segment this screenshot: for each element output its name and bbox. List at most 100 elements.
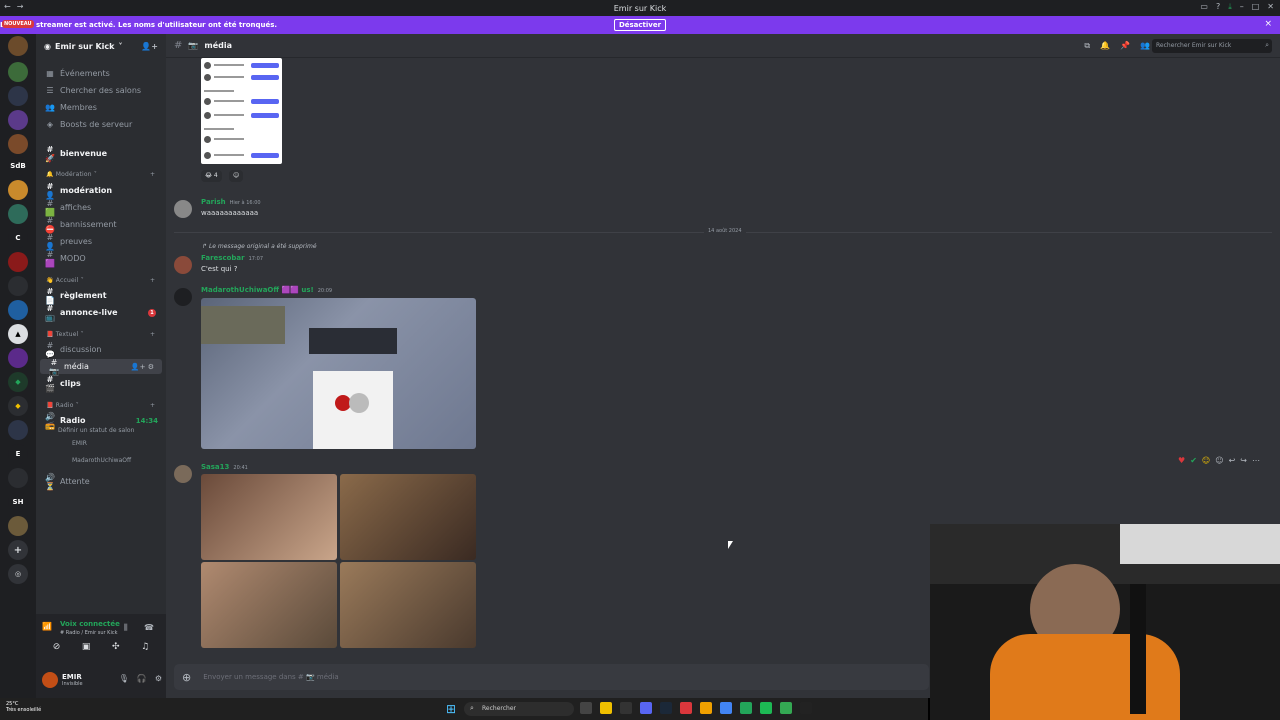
reaction-laugh[interactable]: 😂 4	[201, 170, 222, 182]
channel-clips[interactable]: # 🎬 clips	[36, 375, 166, 393]
radio-status[interactable]: Définir un statut de salon	[58, 427, 134, 434]
guild-header[interactable]: ◉ Emir sur Kick ˅ 👤+	[36, 34, 166, 58]
activities-icon[interactable]: ✣	[112, 642, 120, 652]
voice-channel-attente[interactable]: 🔊 ⏳ Attente	[36, 473, 166, 491]
photo-attachment[interactable]	[201, 562, 337, 648]
close-window-icon[interactable]: ✕	[1267, 2, 1274, 12]
maximize-icon[interactable]: □	[1252, 2, 1260, 12]
headphones-icon[interactable]: 🎧	[137, 674, 147, 683]
app-icon[interactable]	[800, 702, 812, 714]
server-icon[interactable]	[8, 420, 28, 440]
channel-annonce-live[interactable]: # 📺 annonce-live 1	[36, 304, 166, 322]
windows-start-icon[interactable]: ⊞	[446, 702, 456, 716]
add-server-icon[interactable]: +	[8, 540, 28, 560]
channel-discussion[interactable]: # 💬 discussion	[36, 341, 166, 359]
video-attachment[interactable]	[201, 298, 476, 449]
author-sasa13[interactable]: Sasa13 20:41	[201, 463, 248, 471]
server-c[interactable]: C	[8, 228, 28, 248]
server-icon[interactable]: ▲	[8, 324, 28, 344]
voice-location[interactable]: # Radio / Emir sur Kick	[60, 630, 118, 636]
avatar[interactable]	[174, 200, 192, 218]
explore-icon[interactable]: ◎	[8, 564, 28, 584]
server-sdb[interactable]: SdB	[8, 156, 28, 176]
add-reaction-icon[interactable]: ☺	[1215, 456, 1223, 465]
photo-attachment[interactable]	[340, 474, 476, 560]
avatar[interactable]	[174, 288, 192, 306]
minimize-icon[interactable]: –	[1240, 2, 1244, 12]
server-icon[interactable]	[8, 300, 28, 320]
emoji-reaction-icon[interactable]: ☺	[1202, 456, 1210, 465]
inbox-icon[interactable]: ▭	[1200, 2, 1208, 12]
disconnect-icon[interactable]: ☎	[144, 623, 154, 632]
chrome-icon[interactable]	[720, 702, 732, 714]
soundboard-icon[interactable]: ♫	[141, 642, 149, 652]
image-attachment[interactable]	[201, 58, 282, 164]
author-parish[interactable]: Parish Hier à 16:00	[201, 198, 261, 206]
channel-bienvenue[interactable]: # 🚀 bienvenue	[36, 145, 166, 163]
server-icon[interactable]	[8, 180, 28, 200]
server-icon[interactable]	[8, 204, 28, 224]
category-radio[interactable]: 📕 Radio ˅ +	[46, 402, 155, 409]
user-panel[interactable]: EMIR Invisible 🎙 🎧 ⚙	[42, 668, 162, 692]
noise-suppression-icon[interactable]: ⫼	[124, 623, 128, 633]
taskbar-search[interactable]: ⌕ Rechercher	[464, 702, 574, 716]
server-sh[interactable]: SH	[8, 492, 28, 512]
browser-icon[interactable]	[780, 702, 792, 714]
server-icon[interactable]: ◆	[8, 372, 28, 392]
back-icon[interactable]: ←	[4, 2, 11, 11]
gear-icon[interactable]: ⚙	[155, 674, 162, 683]
boosts-item[interactable]: ◈ Boosts de serveur	[36, 117, 166, 132]
members-list-icon[interactable]: 👥	[1140, 41, 1150, 51]
server-icon[interactable]	[8, 276, 28, 296]
invite-icon[interactable]: 👤+	[141, 42, 158, 51]
heart-reaction-icon[interactable]: ♥	[1178, 456, 1185, 465]
more-icon[interactable]: ⋯	[1252, 456, 1260, 465]
screen-share-icon[interactable]: ▣	[82, 642, 91, 652]
events-item[interactable]: ▦ Événements	[36, 66, 166, 81]
server-e[interactable]: E	[8, 444, 28, 464]
avatar[interactable]	[174, 256, 192, 274]
server-icon[interactable]	[8, 110, 28, 130]
server-icon[interactable]	[8, 516, 28, 536]
author-farescobar[interactable]: Farescobar 17:07	[201, 254, 263, 262]
category-accueil[interactable]: 👋 Accueil ˅ +	[46, 277, 155, 284]
category-moderation[interactable]: 🔔 Modération ˅ +	[46, 171, 155, 178]
photo-attachment[interactable]	[340, 562, 476, 648]
browse-channels-item[interactable]: ☰ Chercher des salons	[36, 83, 166, 98]
category-textuel[interactable]: 📕 Textuel ˅ +	[46, 331, 155, 338]
file-explorer-icon[interactable]	[600, 702, 612, 714]
server-icon[interactable]	[8, 348, 28, 368]
server-icon[interactable]: ◆	[8, 396, 28, 416]
voice-user-madaroth[interactable]: MadarothUchiwaOff	[72, 457, 131, 464]
spotify-icon[interactable]	[760, 702, 772, 714]
author-madaroth[interactable]: MadarothUchiwaOff 🟪🟪 us! 20:09	[201, 286, 332, 294]
channel-preuves[interactable]: # 👤 preuves	[36, 233, 166, 251]
add-attachment-icon[interactable]: ⊕	[182, 671, 191, 684]
camera-off-icon[interactable]: ⊘	[53, 642, 61, 652]
discord-icon[interactable]	[640, 702, 652, 714]
help-icon[interactable]: ?	[1216, 2, 1220, 12]
channel-moderation[interactable]: # 👤 modération	[36, 182, 166, 200]
download-icon[interactable]: ⤓	[1228, 2, 1232, 12]
threads-icon[interactable]: ⧉	[1084, 41, 1090, 51]
app-icon[interactable]	[680, 702, 692, 714]
forward-icon[interactable]: ↪	[1240, 456, 1247, 465]
server-icon[interactable]	[8, 36, 28, 56]
channel-media[interactable]: # 📷 média 👤+ ⚙	[40, 358, 162, 376]
channel-modo[interactable]: # 🟪 MODO	[36, 250, 166, 268]
photo-attachment[interactable]	[201, 474, 337, 560]
server-icon[interactable]	[8, 252, 28, 272]
channel-bannissement[interactable]: # ⛔ bannissement	[36, 216, 166, 234]
terminal-icon[interactable]	[620, 702, 632, 714]
server-icon[interactable]	[8, 468, 28, 488]
mic-icon[interactable]: 🎙	[119, 674, 129, 683]
server-icon[interactable]	[8, 86, 28, 106]
steam-icon[interactable]	[660, 702, 672, 714]
weather-widget[interactable]: 25°C Très ensoleillé	[6, 701, 41, 713]
disable-streamer-button[interactable]: Désactiver	[613, 19, 667, 31]
voice-user-emir[interactable]: EMIR	[72, 440, 87, 447]
bell-icon[interactable]: 🔔	[1100, 41, 1110, 51]
add-reaction-icon[interactable]: ☺	[229, 170, 244, 182]
channel-affiches[interactable]: # 🟩 affiches	[36, 199, 166, 217]
task-view-icon[interactable]	[580, 702, 592, 714]
